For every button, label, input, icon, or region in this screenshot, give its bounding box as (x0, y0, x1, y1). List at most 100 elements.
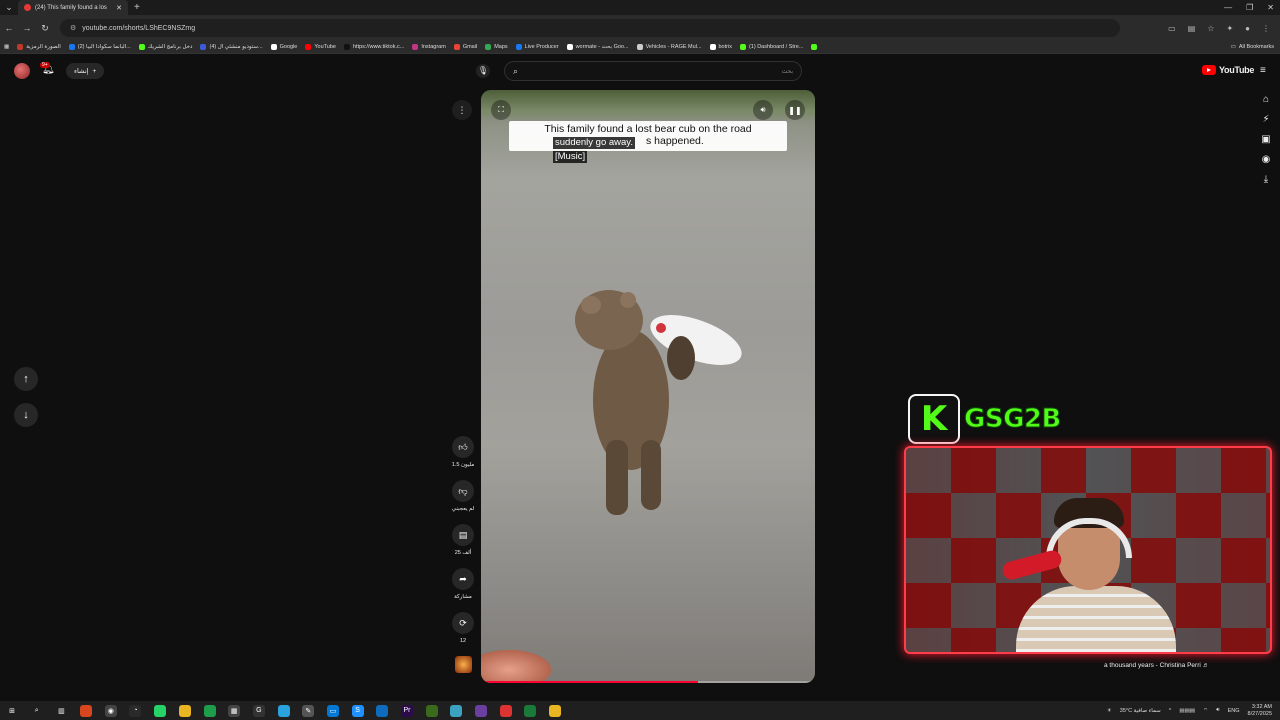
bookmark-item[interactable]: (4) ستوديو منشئي ال... (196, 44, 266, 50)
share-button[interactable]: ➦ (452, 568, 474, 590)
bookmark-item[interactable]: Instagram (408, 44, 449, 50)
translate-icon[interactable]: ▤ (1188, 24, 1196, 33)
reload-icon[interactable]: ↻ (36, 23, 54, 34)
bookmark-item[interactable]: دخل برنامج الشريك (135, 44, 197, 50)
app-teal-icon[interactable] (450, 704, 463, 717)
github-icon[interactable]: G (252, 704, 265, 717)
weather-icon[interactable]: ☀ (1107, 708, 1112, 714)
forward-icon[interactable]: → (18, 23, 36, 33)
shorts-video-player[interactable]: ⛶ 🔊︎ ❚❚ This family found a lost bear cu… (481, 90, 815, 683)
more-options-icon[interactable]: ⋮ (452, 100, 472, 120)
skype-icon[interactable]: S (351, 704, 364, 717)
bookmark-item[interactable]: (2) البانما سكوادا البيا... (65, 44, 135, 50)
bookmark-item[interactable]: YouTube (301, 44, 340, 50)
search-placeholder: بحث (781, 68, 793, 75)
telegram-icon[interactable] (277, 704, 290, 717)
youtube-logo[interactable]: YouTube (1202, 65, 1254, 75)
store-icon[interactable]: ▭ (326, 704, 339, 717)
weather-text[interactable]: 35°C سماء صافية (1120, 708, 1161, 714)
menu-dots-icon[interactable]: ⋮ (1262, 24, 1270, 33)
language-indicator[interactable]: ENG (1228, 708, 1240, 714)
minimize-icon[interactable]: — (1224, 0, 1232, 15)
plus-icon: + (92, 67, 97, 75)
downloads-icon[interactable]: ⤓ (1264, 174, 1268, 185)
streamer-overlay: K GSG2B (908, 394, 1062, 444)
home-icon[interactable]: ⌂ (1263, 94, 1269, 105)
tab-search-icon[interactable]: ⌄ (0, 2, 18, 13)
remix-button[interactable]: ⟳ (452, 612, 474, 634)
clock-app-icon[interactable]: ◔ (129, 704, 142, 717)
tab-youtube-short[interactable]: (24) This family found a los ✕ (18, 0, 128, 15)
speaker-icon[interactable]: 🔊︎ (1216, 707, 1219, 714)
obs-icon[interactable]: ◉ (104, 704, 117, 717)
app-green-icon[interactable] (425, 704, 438, 717)
network-icon[interactable]: ⌔ (1203, 707, 1208, 714)
video-progress-bar[interactable] (481, 681, 815, 683)
edge-icon[interactable] (376, 704, 389, 717)
task-view-icon[interactable]: ▥ (55, 705, 67, 717)
hamburger-menu-icon[interactable]: ≡ (1260, 65, 1266, 76)
sound-thumbnail[interactable] (455, 656, 472, 673)
firefox-icon[interactable] (80, 704, 93, 717)
dislike-button[interactable]: 👎︎ (452, 480, 474, 502)
bookmark-item[interactable]: Gmail (450, 44, 481, 50)
cast-icon[interactable]: ▭ (1168, 24, 1176, 33)
bookmark-item[interactable]: botrix (706, 44, 736, 50)
apps-grid-icon[interactable]: ▦ (0, 44, 13, 50)
fullscreen-icon[interactable]: ⛶ (491, 100, 511, 120)
search-input[interactable]: ⌕ بحث (504, 61, 802, 81)
chrome-active-icon[interactable] (549, 704, 562, 717)
excel-icon[interactable] (203, 704, 216, 717)
bookmark-item[interactable]: Live Producer (512, 44, 563, 50)
tray-overflow-icon[interactable]: ^ (1169, 708, 1172, 714)
voice-search-mic-icon[interactable]: 🎙︎ (476, 64, 490, 78)
youtube-header: 🔔︎ 9+ إنشاء + 🎙︎ ⌕ بحث YouTube ≡ (0, 55, 1280, 87)
comments-button[interactable]: ▤ (452, 524, 474, 546)
extensions-icon[interactable]: ✦ (1226, 24, 1233, 33)
kick-app-icon[interactable] (524, 704, 537, 717)
all-bookmarks-link[interactable]: ▭ All Bookmarks (1227, 44, 1280, 50)
bookmark-item[interactable]: Google (267, 44, 302, 50)
subscriptions-icon[interactable]: ▣ (1261, 134, 1270, 145)
bookmark-item[interactable]: Maps (481, 44, 511, 50)
pause-icon[interactable]: ❚❚ (785, 100, 805, 120)
chrome-icon[interactable] (178, 704, 191, 717)
create-label: إنشاء (74, 68, 89, 75)
paint-icon[interactable]: ✎ (302, 704, 315, 717)
app-purple-icon[interactable] (475, 704, 488, 717)
close-window-icon[interactable]: ✕ (1267, 0, 1274, 15)
bookmark-item[interactable]: (1) Dashboard / Stre... (736, 44, 807, 50)
next-short-button[interactable]: ↓ (14, 403, 38, 427)
calculator-icon[interactable]: ▦ (228, 704, 241, 717)
bookmark-item[interactable]: wormate - بحث Goo... (563, 44, 633, 50)
app-red-icon[interactable] (499, 704, 512, 717)
bookmark-item[interactable] (807, 44, 824, 50)
windows-taskbar: ⊞ ⌕ ▥ ◉ ◔ ▦ G ✎ ▭ S Pr ☀ 35°C سماء صافية… (0, 701, 1280, 720)
bookmark-star-icon[interactable]: ☆ (1207, 24, 1214, 33)
bookmark-item[interactable]: https://www.tiktok.c... (340, 44, 408, 50)
shorts-icon[interactable]: ⚡ (1262, 114, 1269, 125)
whatsapp-icon[interactable] (154, 704, 167, 717)
avatar[interactable] (14, 63, 30, 79)
site-info-icon[interactable]: ⚙ (70, 24, 76, 32)
profile-icon[interactable]: ● (1245, 24, 1250, 33)
you-icon[interactable]: ◉ (1262, 154, 1271, 165)
new-tab-button[interactable]: + (134, 2, 140, 13)
create-button[interactable]: إنشاء + (66, 63, 105, 79)
clock[interactable]: 3:32 AM 8/27/2025 (1248, 704, 1272, 717)
like-button[interactable]: 👍︎ (452, 436, 474, 458)
address-bar[interactable]: ⚙ youtube.com/shorts/LShEC9NSZmg (60, 19, 1120, 37)
close-tab-icon[interactable]: ✕ (116, 4, 122, 12)
premiere-icon[interactable]: Pr (401, 704, 413, 717)
bookmark-label: Maps (494, 44, 508, 50)
previous-short-button[interactable]: ↑ (14, 367, 38, 391)
tray-apps-icon[interactable]: ▤▤▤ (1179, 708, 1195, 714)
windows-start-icon[interactable]: ⊞ (6, 705, 18, 717)
back-icon[interactable]: ← (0, 23, 18, 33)
taskbar-search-icon[interactable]: ⌕ (31, 705, 43, 717)
bookmark-item[interactable]: الصورة الرمزية (13, 44, 65, 50)
restore-icon[interactable]: ❐ (1246, 0, 1253, 15)
bookmark-item[interactable]: Vehicles - RAGE Mul... (633, 44, 706, 50)
search-icon[interactable]: ⌕ (513, 66, 518, 77)
volume-icon[interactable]: 🔊︎ (753, 100, 773, 120)
